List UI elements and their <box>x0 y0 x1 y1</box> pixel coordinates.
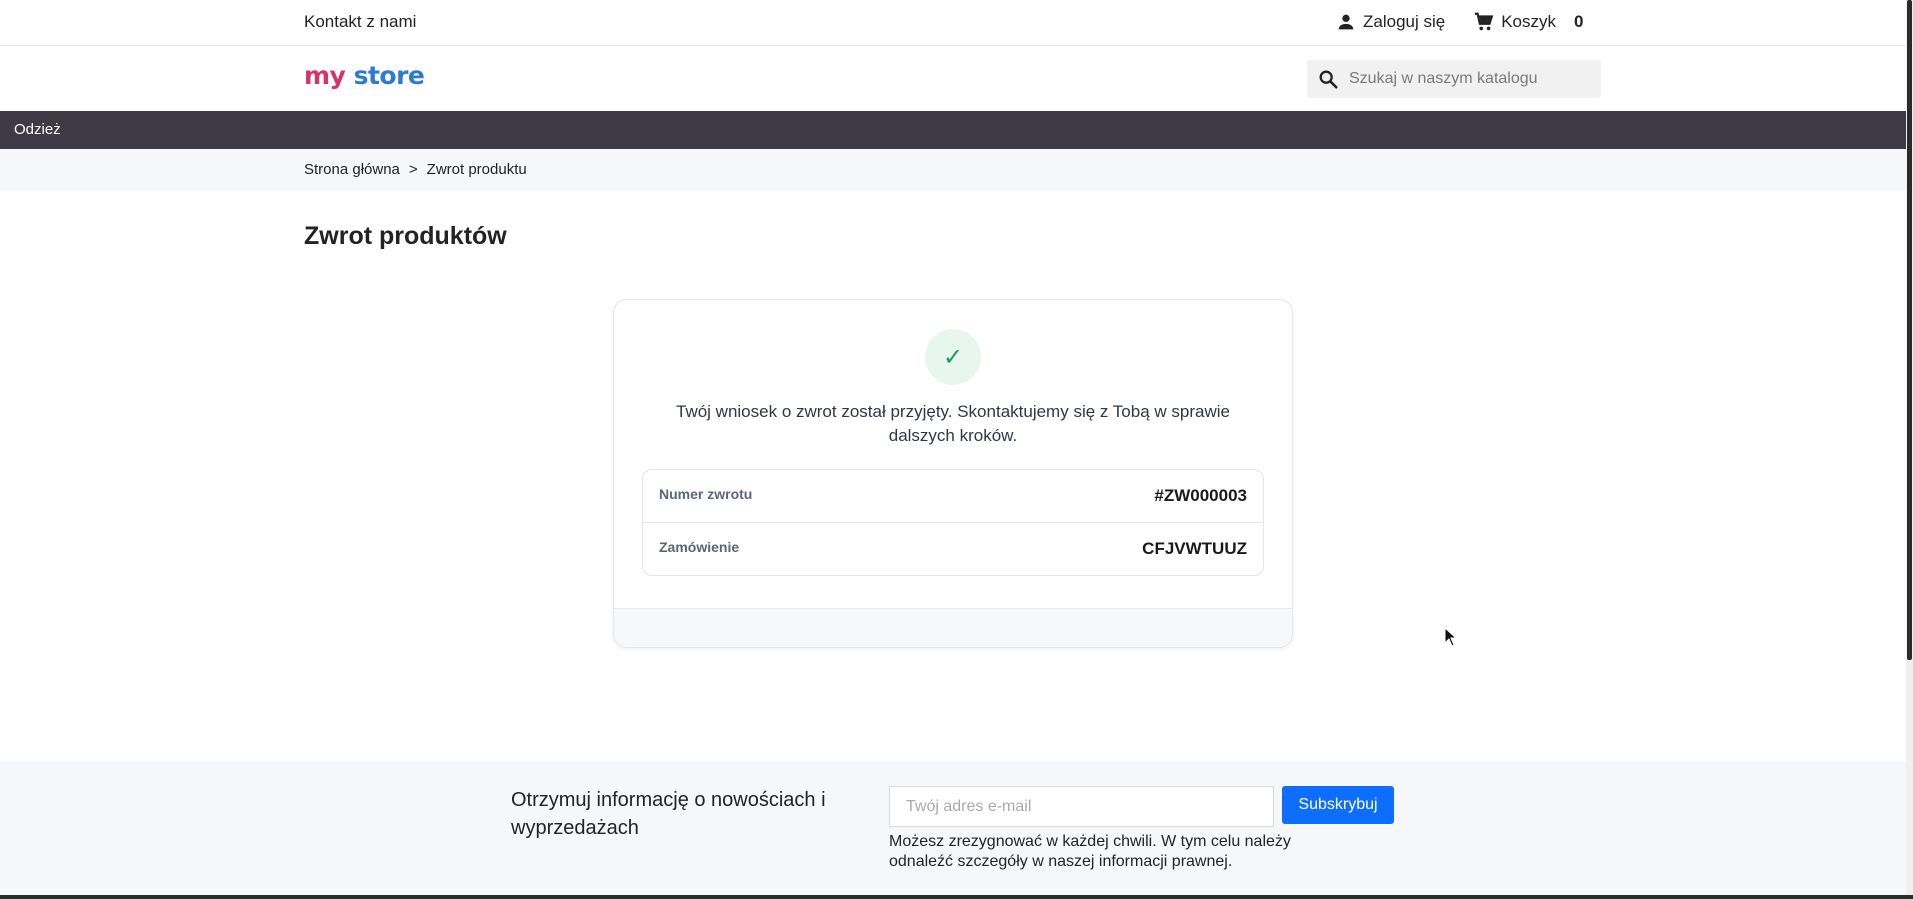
breadcrumb: Strona główna > Zwrot produktu <box>304 161 527 178</box>
detail-row-return-number: Numer zwrotu #ZW000003 <box>643 470 1263 523</box>
breadcrumb-separator: > <box>408 161 418 178</box>
login-label: Zaloguj się <box>1363 12 1446 31</box>
mouse-cursor-icon <box>1444 627 1458 647</box>
page-title: Zwrot produktów <box>304 222 507 250</box>
return-number-label: Numer zwrotu <box>659 486 753 502</box>
store-logo[interactable]: my store <box>304 61 425 90</box>
cart-count: 0 <box>1574 12 1584 31</box>
newsletter-note: Możesz zrezygnować w każdej chwili. W ty… <box>889 833 1291 870</box>
cart-label: Koszyk <box>1501 12 1557 31</box>
nav-item-odziez[interactable]: Odzież <box>14 121 61 138</box>
user-actions: Zaloguj się Koszyk 0 <box>1335 10 1583 34</box>
window-bottom-edge <box>0 895 1913 899</box>
search-input[interactable] <box>1349 70 1589 88</box>
login-link[interactable]: Zaloguj się <box>1335 11 1445 33</box>
subscribe-button[interactable]: Subskrybuj <box>1282 786 1394 824</box>
user-icon <box>1338 14 1354 30</box>
card-footer <box>614 608 1292 647</box>
breadcrumb-current[interactable]: Zwrot produktu <box>427 161 527 178</box>
order-label: Zamówienie <box>659 539 740 555</box>
check-icon: ✓ <box>925 329 981 385</box>
search-icon[interactable] <box>1317 68 1339 90</box>
cart-link[interactable]: Koszyk 0 <box>1473 11 1583 33</box>
return-number-value: #ZW000003 <box>1154 486 1247 505</box>
page: Kontakt z nami Zaloguj się Koszyk 0 my s… <box>0 0 1913 899</box>
top-bar: Kontakt z nami Zaloguj się Koszyk 0 <box>0 0 1906 46</box>
confirmation-message: Twój wniosek o zwrot został przyjęty. Sk… <box>676 402 1230 445</box>
header: my store <box>0 46 1906 111</box>
order-value: CFJVWTUUZ <box>1142 539 1247 558</box>
vertical-scrollbar[interactable] <box>1906 0 1913 899</box>
detail-row-order: Zamówienie CFJVWTUUZ <box>643 523 1263 575</box>
newsletter-email-input[interactable] <box>889 786 1274 827</box>
search-box <box>1307 60 1601 98</box>
newsletter-section: Otrzymuj informację o nowościach i wyprz… <box>0 761 1906 899</box>
logo-part-my: my <box>304 61 346 90</box>
cart-icon <box>1475 12 1494 31</box>
logo-part-store: store <box>353 61 425 90</box>
main-nav: Odzież <box>0 111 1906 149</box>
return-confirmation-card: ✓ Twój wniosek o zwrot został przyjęty. … <box>613 299 1293 648</box>
scrollbar-thumb[interactable] <box>1907 0 1912 660</box>
return-details: Numer zwrotu #ZW000003 Zamówienie CFJVWT… <box>642 469 1264 576</box>
contact-link[interactable]: Kontakt z nami <box>304 12 416 32</box>
breadcrumb-home[interactable]: Strona główna <box>304 161 400 178</box>
newsletter-text: Otrzymuj informację o nowościach i wyprz… <box>511 789 826 839</box>
breadcrumb-bar: Strona główna > Zwrot produktu <box>0 149 1906 191</box>
